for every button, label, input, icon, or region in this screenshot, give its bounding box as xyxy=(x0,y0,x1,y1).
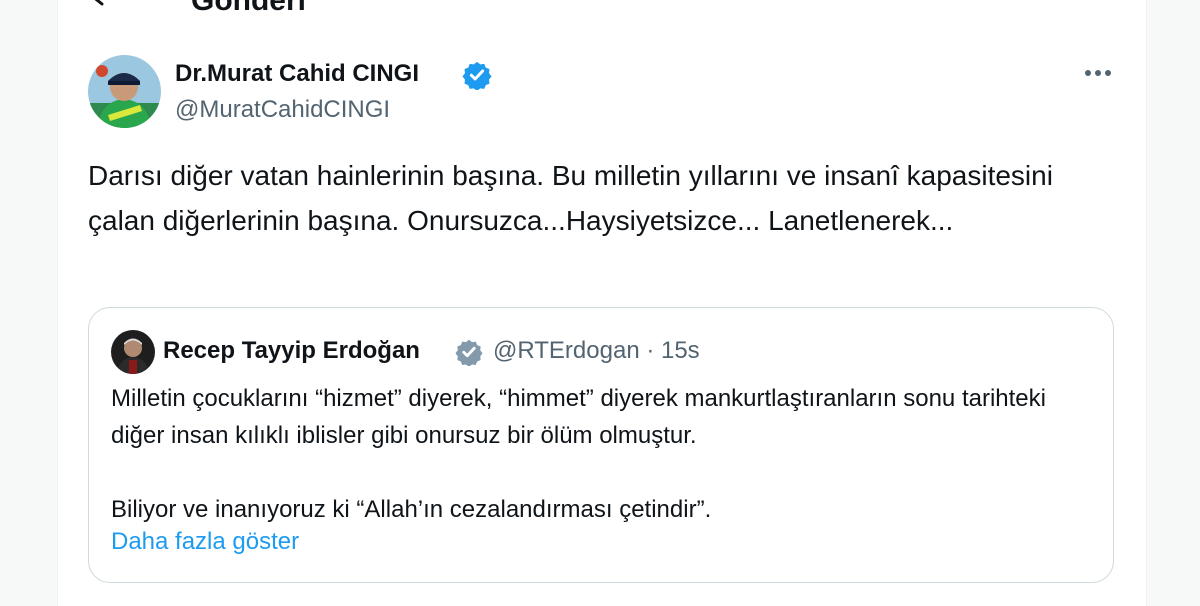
page-title: Gönderi xyxy=(191,0,307,17)
quoted-handle-time: @RTErdogan · 15s xyxy=(493,337,700,364)
tweet-text: Darısı diğer vatan hainlerinin başına. B… xyxy=(88,160,1053,236)
quoted-tweet-text: Milletin çocuklarını “hizmet” diyerek, “… xyxy=(111,380,1101,528)
avatar-image xyxy=(88,55,161,128)
author-name[interactable]: Dr.Murat Cahid CINGI xyxy=(175,60,419,88)
quoted-avatar-image xyxy=(111,330,155,374)
quoted-paragraph-2: Biliyor ve inanıyoruz ki “Allah’ın cezal… xyxy=(111,496,712,523)
page-header: Gönderi xyxy=(58,0,1146,22)
quoted-author-name: Recep Tayyip Erdoğan xyxy=(163,337,420,364)
quoted-avatar xyxy=(111,330,155,374)
main-column: Gönderi Dr.Murat Cahid CINGI @MuratCahid… xyxy=(57,0,1147,606)
arrow-left-icon[interactable] xyxy=(88,0,128,8)
verified-badge-icon xyxy=(462,61,492,90)
verified-badge-icon xyxy=(455,339,483,366)
show-more-link[interactable]: Daha fazla göster xyxy=(111,527,299,557)
avatar[interactable] xyxy=(88,55,161,128)
more-options-icon[interactable] xyxy=(1080,58,1116,88)
author-handle[interactable]: @MuratCahidCINGI xyxy=(175,96,390,124)
quoted-paragraph-1: Milletin çocuklarını “hizmet” diyerek, “… xyxy=(111,385,1046,449)
quoted-tweet-card[interactable]: Recep Tayyip Erdoğan @RTErdogan · 15s Mi… xyxy=(88,307,1114,583)
